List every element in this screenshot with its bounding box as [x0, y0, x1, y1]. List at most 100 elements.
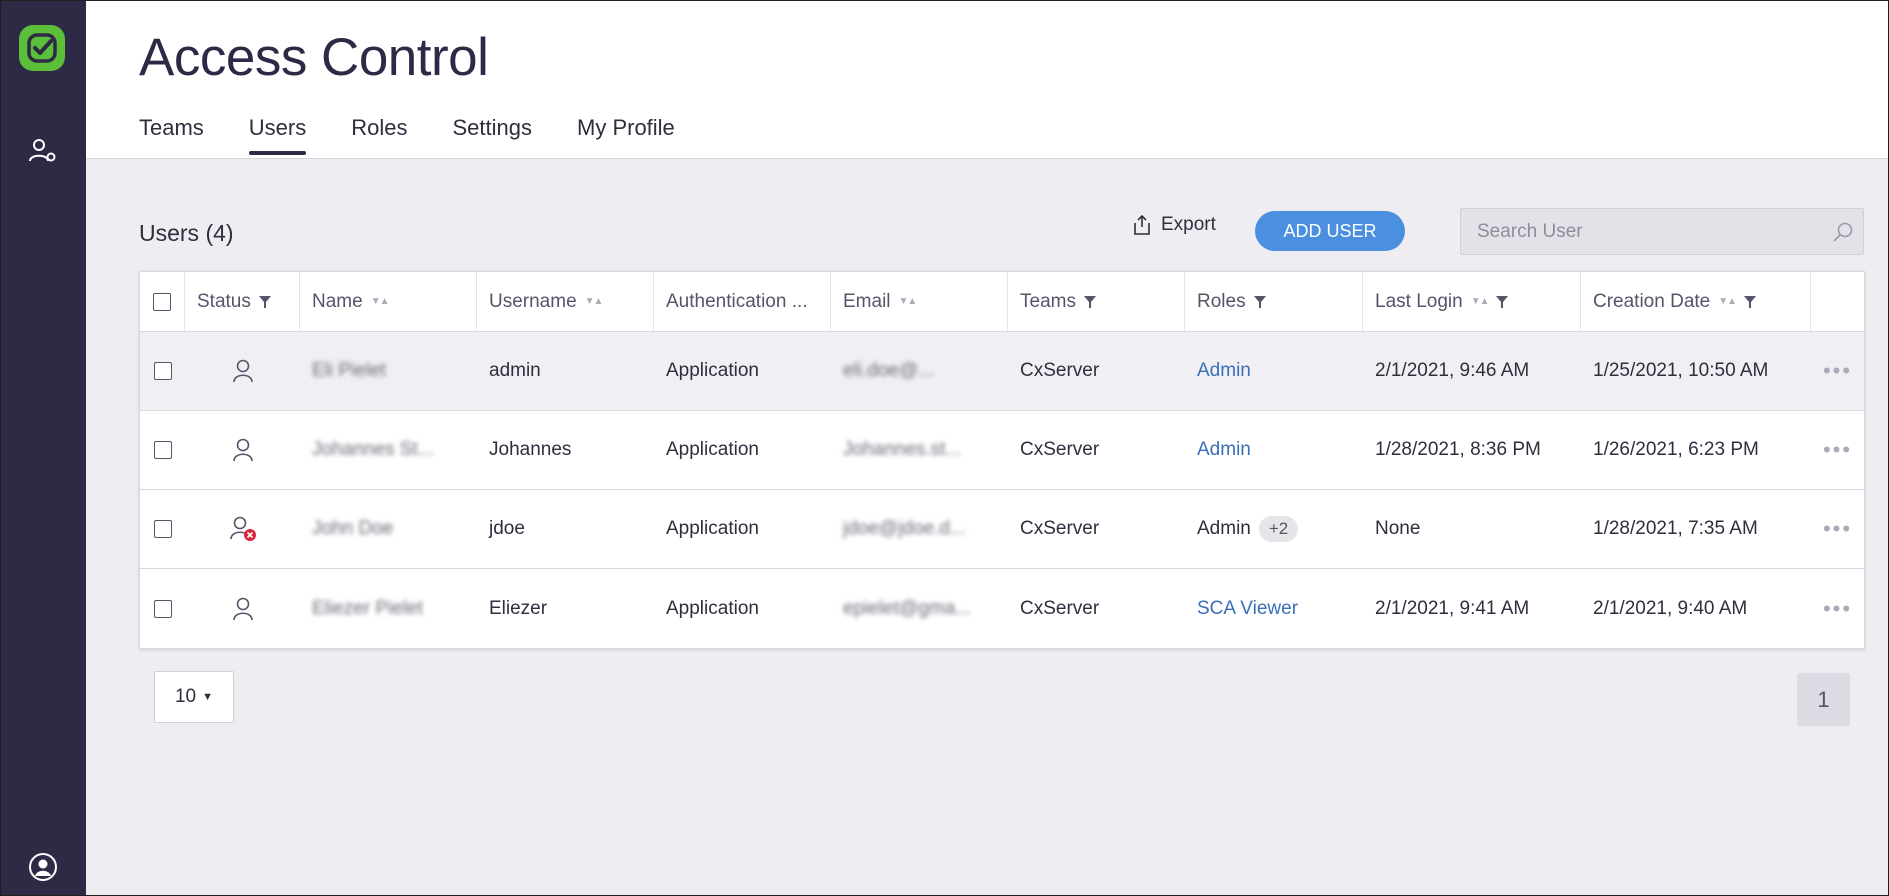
- actions-cell: •••: [1811, 490, 1864, 568]
- tab-users[interactable]: Users: [248, 115, 307, 155]
- user-active-icon: [232, 438, 253, 462]
- filter-icon[interactable]: [1744, 295, 1757, 308]
- filter-icon[interactable]: [1496, 295, 1509, 308]
- auth-cell: Application: [666, 439, 759, 460]
- status-cell: [185, 569, 300, 648]
- add-user-button[interactable]: ADD USER: [1255, 211, 1405, 251]
- page-size-select[interactable]: 10 ▼: [154, 671, 234, 723]
- user-settings-icon[interactable]: [23, 131, 63, 171]
- column-teams[interactable]: Teams: [1008, 272, 1185, 331]
- roles-cell: Admin: [1185, 332, 1363, 410]
- sidebar: [1, 1, 86, 895]
- row-checkbox[interactable]: [153, 362, 172, 380]
- name-cell: Johannes St...: [312, 439, 434, 460]
- sort-icon[interactable]: ▼▲: [1718, 296, 1737, 307]
- auth-cell: Application: [666, 597, 759, 619]
- column-email[interactable]: Email ▼▲: [831, 272, 1008, 331]
- app-window: Access Control Teams Users Roles Setting…: [0, 0, 1889, 896]
- column-last-login[interactable]: Last Login ▼▲: [1363, 272, 1581, 331]
- user-active-icon: [232, 359, 253, 383]
- column-label: Authentication ...: [666, 290, 808, 312]
- name-cell: Eliezer Pielet: [312, 597, 423, 619]
- column-username[interactable]: Username ▼▲: [477, 272, 654, 331]
- username-cell: Johannes: [489, 439, 572, 460]
- table-row[interactable]: Johannes St... Johannes Application Joha…: [140, 411, 1864, 490]
- last-login-cell: 2/1/2021, 9:46 AM: [1375, 360, 1530, 381]
- export-button[interactable]: Export: [1133, 214, 1216, 236]
- table-row[interactable]: Eli Pielet admin Application eli.doe@...…: [140, 332, 1864, 411]
- filter-icon[interactable]: [1253, 295, 1266, 308]
- email-cell: Johannes.st...: [843, 439, 962, 460]
- more-actions-icon[interactable]: •••: [1823, 596, 1852, 622]
- users-table: Status Name ▼▲ Username ▼▲ Authenticatio…: [139, 271, 1865, 649]
- profile-avatar-icon[interactable]: [23, 847, 63, 887]
- table-header: Status Name ▼▲ Username ▼▲ Authenticatio…: [140, 272, 1864, 332]
- column-roles[interactable]: Roles: [1185, 272, 1363, 331]
- email-cell: epielet@gma...: [843, 597, 972, 619]
- app-logo[interactable]: [19, 25, 65, 71]
- sort-icon[interactable]: ▼▲: [371, 296, 390, 307]
- row-checkbox[interactable]: [153, 441, 172, 459]
- user-active-icon: [232, 597, 253, 620]
- status-cell: [185, 490, 300, 568]
- more-actions-icon[interactable]: •••: [1823, 358, 1852, 384]
- select-all-checkbox[interactable]: [153, 292, 171, 311]
- name-cell: Eli Pielet: [312, 360, 386, 381]
- roles-cell: Admin: [1185, 411, 1363, 489]
- page-title: Access Control: [139, 28, 489, 87]
- role-link[interactable]: SCA Viewer: [1197, 598, 1298, 620]
- tab-settings[interactable]: Settings: [453, 115, 533, 155]
- filter-icon[interactable]: [258, 295, 271, 308]
- last-login-cell: 1/28/2021, 8:36 PM: [1375, 439, 1541, 460]
- column-authentication[interactable]: Authentication ...: [654, 272, 831, 331]
- username-cell: jdoe: [489, 518, 525, 539]
- row-checkbox[interactable]: [153, 599, 172, 618]
- sort-icon[interactable]: ▼▲: [1471, 296, 1490, 307]
- teams-cell: CxServer: [1020, 518, 1100, 539]
- page-number-button[interactable]: 1: [1797, 673, 1850, 726]
- users-count-heading: Users (4): [139, 220, 234, 246]
- row-checkbox[interactable]: [153, 520, 172, 538]
- page-header: Access Control Teams Users Roles Setting…: [86, 1, 1888, 159]
- column-label: Username: [489, 290, 577, 312]
- search-icon[interactable]: [1823, 221, 1863, 243]
- column-name[interactable]: Name ▼▲: [300, 272, 477, 331]
- more-actions-icon[interactable]: •••: [1823, 516, 1852, 542]
- actions-cell: •••: [1811, 411, 1864, 489]
- actions-cell: •••: [1811, 569, 1864, 648]
- column-label: Creation Date: [1593, 290, 1711, 312]
- filter-icon[interactable]: [1083, 295, 1096, 308]
- tab-bar: Teams Users Roles Settings My Profile: [139, 115, 720, 155]
- more-actions-icon[interactable]: •••: [1823, 437, 1852, 463]
- more-roles-badge[interactable]: +2: [1258, 516, 1299, 542]
- tab-my-profile[interactable]: My Profile: [577, 115, 675, 155]
- row-select-cell: [140, 411, 185, 489]
- table-row[interactable]: John Doe jdoe Application jdoe@jdoe.d...…: [140, 490, 1864, 569]
- main-content: Access Control Teams Users Roles Setting…: [86, 1, 1888, 895]
- table-row[interactable]: Eliezer Pielet Eliezer Application epiel…: [140, 569, 1864, 648]
- creation-date-cell: 1/28/2021, 7:35 AM: [1593, 518, 1758, 539]
- row-select-cell: [140, 332, 185, 410]
- column-label: Email: [843, 290, 891, 312]
- role-link[interactable]: Admin: [1197, 439, 1251, 461]
- teams-cell: CxServer: [1020, 597, 1100, 619]
- tab-roles[interactable]: Roles: [351, 115, 407, 155]
- search-input[interactable]: [1461, 209, 1823, 254]
- column-label: Teams: [1020, 290, 1076, 312]
- page-size-value: 10: [174, 686, 197, 707]
- caret-down-icon: ▼: [202, 691, 214, 703]
- sort-icon[interactable]: ▼▲: [899, 296, 918, 307]
- row-select-cell: [140, 569, 185, 648]
- name-cell: John Doe: [312, 518, 394, 539]
- auth-cell: Application: [666, 360, 759, 381]
- tab-teams[interactable]: Teams: [139, 115, 204, 155]
- role-link[interactable]: Admin: [1197, 360, 1251, 382]
- export-label: Export: [1161, 214, 1216, 235]
- column-label: Name: [312, 290, 363, 312]
- column-status[interactable]: Status: [185, 272, 300, 331]
- sort-icon[interactable]: ▼▲: [585, 296, 604, 307]
- column-creation-date[interactable]: Creation Date ▼▲: [1581, 272, 1811, 331]
- row-select-cell: [140, 490, 185, 568]
- column-label: Last Login: [1375, 290, 1463, 312]
- status-cell: [185, 411, 300, 489]
